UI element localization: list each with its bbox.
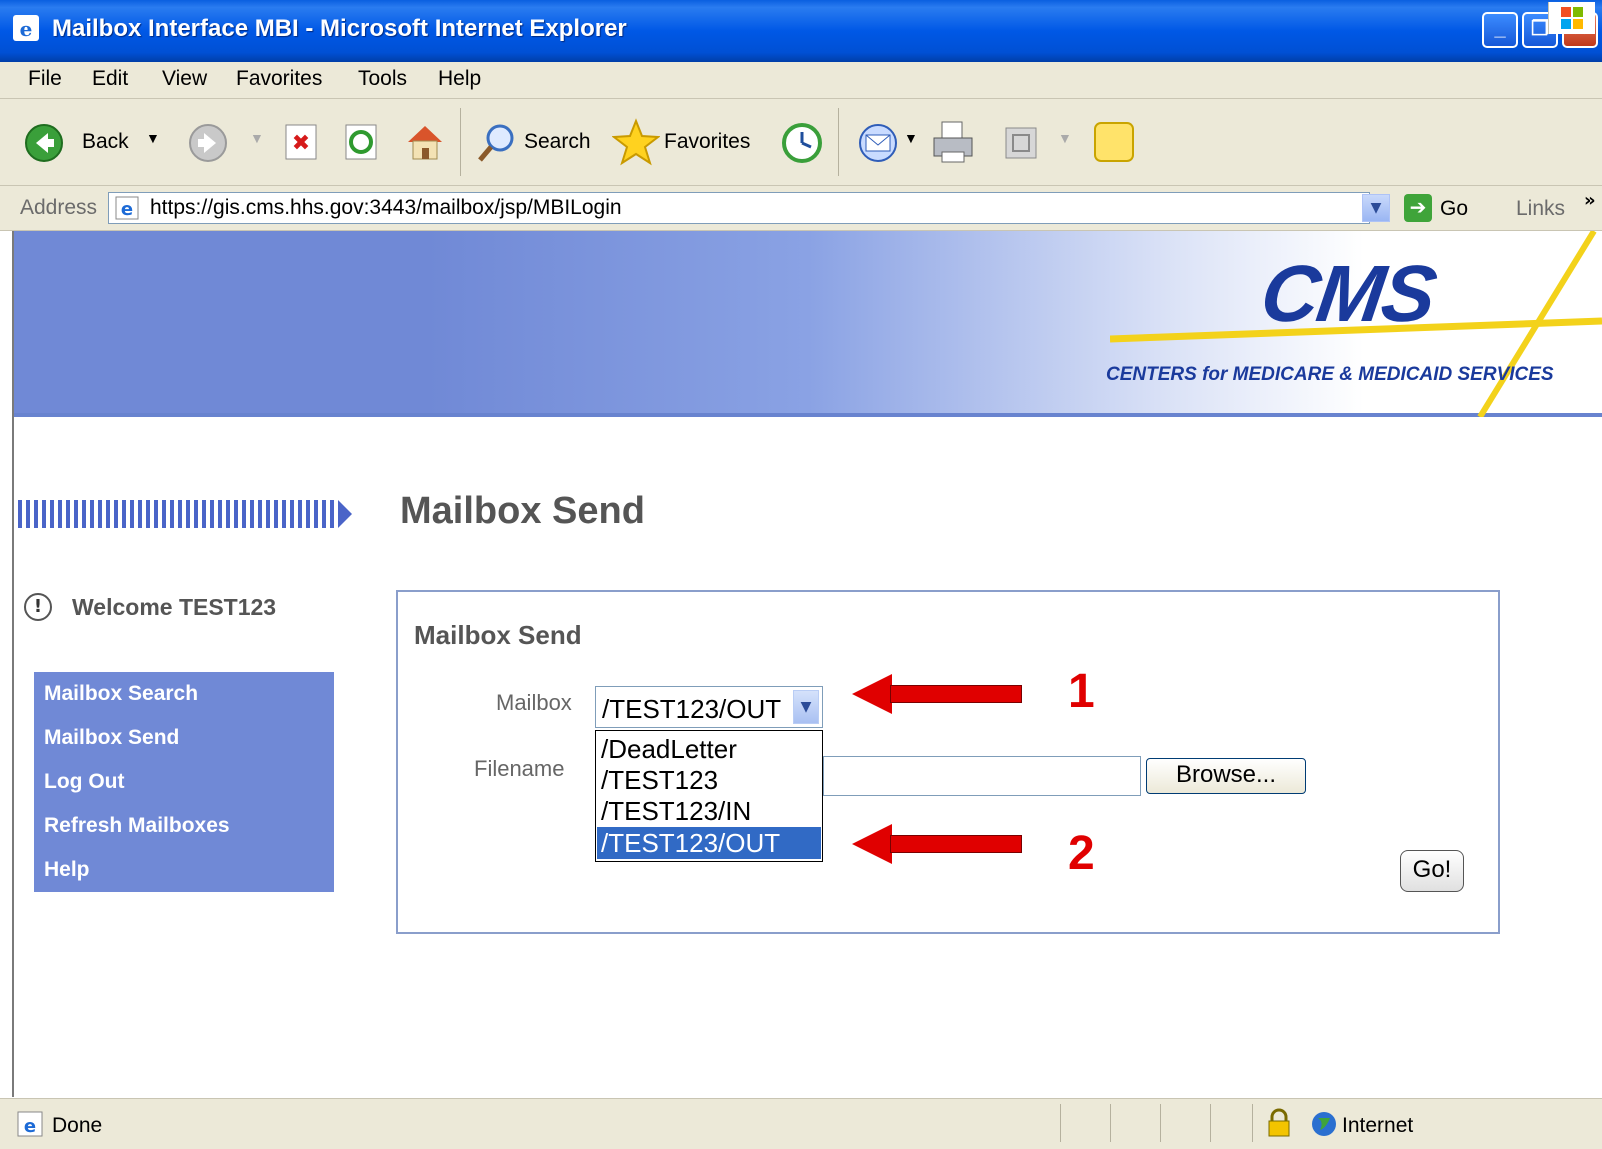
go-button[interactable]: Go! (1400, 850, 1464, 892)
arrow-1-shaft (890, 685, 1022, 703)
edit-icon[interactable] (1004, 126, 1038, 160)
history-icon[interactable] (780, 121, 824, 165)
window-title: Mailbox Interface MBI - Microsoft Intern… (52, 15, 627, 42)
forward-icon[interactable] (188, 123, 228, 163)
back-dropdown-icon[interactable]: ▼ (146, 130, 160, 146)
info-icon: ! (24, 593, 52, 621)
panel-heading: Mailbox Send (414, 620, 582, 650)
status-divider (1110, 1104, 1111, 1142)
toolbar-separator (460, 108, 461, 176)
messenger-icon[interactable] (1092, 120, 1136, 164)
minimize-button[interactable]: _ (1482, 12, 1518, 48)
welcome-message: Welcome TEST123 (72, 594, 277, 620)
globe-icon (1310, 1110, 1338, 1138)
edit-dropdown-icon[interactable]: ▼ (1058, 130, 1072, 146)
arrow-2-head (852, 824, 892, 864)
arrow-1-head (852, 674, 892, 714)
back-icon[interactable] (24, 123, 64, 163)
mailbox-option-test123-out[interactable]: /TEST123/OUT (597, 827, 821, 859)
svg-text:e: e (20, 17, 33, 41)
filename-label: Filename (474, 756, 565, 781)
home-icon[interactable] (404, 120, 446, 164)
address-dropdown-icon[interactable]: ▼ (1362, 194, 1390, 222)
status-divider (1060, 1104, 1061, 1142)
mailbox-option-deadletter[interactable]: /DeadLetter (597, 733, 821, 765)
favorites-icon[interactable] (611, 118, 661, 166)
cms-logo: CMS (1255, 249, 1441, 338)
links-chevron-icon[interactable]: » (1584, 190, 1596, 211)
stop-icon[interactable]: ✖ (284, 123, 320, 163)
nav-refresh-mailboxes[interactable]: Refresh Mailboxes (44, 814, 230, 838)
mail-icon[interactable] (856, 121, 904, 165)
callout-2: 2 (1068, 827, 1095, 880)
forward-dropdown-icon[interactable]: ▼ (250, 130, 264, 146)
svg-text:e: e (121, 199, 133, 220)
nav-mailbox-search[interactable]: Mailbox Search (44, 682, 198, 706)
status-text: Done (52, 1114, 103, 1137)
nav-log-out[interactable]: Log Out (44, 770, 124, 794)
address-url[interactable]: https://gis.cms.hhs.gov:3443/mailbox/jsp… (150, 196, 622, 220)
refresh-icon[interactable] (344, 123, 380, 163)
status-divider (1160, 1104, 1161, 1142)
menu-tools[interactable]: Tools (358, 67, 407, 91)
arrow-2-shaft (890, 835, 1022, 853)
menu-edit[interactable]: Edit (92, 67, 128, 91)
svg-text:e: e (24, 1116, 36, 1137)
mail-dropdown-icon[interactable]: ▼ (904, 130, 918, 146)
svg-text:✖: ✖ (292, 131, 310, 156)
back-label[interactable]: Back (82, 130, 129, 154)
stripe-arrow-icon (338, 500, 352, 528)
menu-favorites[interactable]: Favorites (236, 67, 322, 91)
go-label[interactable]: Go (1440, 197, 1468, 221)
links-label[interactable]: Links (1516, 197, 1565, 221)
mailbox-option-test123-in[interactable]: /TEST123/IN (597, 795, 821, 827)
callout-1: 1 (1068, 665, 1095, 718)
status-divider (1252, 1104, 1253, 1142)
print-icon[interactable] (930, 118, 976, 166)
mailbox-label: Mailbox (496, 690, 572, 715)
browse-button[interactable]: Browse... (1146, 758, 1306, 794)
search-label[interactable]: Search (524, 130, 591, 154)
mailbox-dropdown-icon[interactable]: ▼ (793, 690, 819, 724)
mailbox-option-test123[interactable]: /TEST123 (597, 764, 821, 796)
go-arrow-icon[interactable]: ➔ (1404, 194, 1432, 222)
status-zone: Internet (1342, 1114, 1414, 1137)
page-title: Mailbox Send (400, 490, 645, 532)
menu-help[interactable]: Help (438, 67, 481, 91)
windows-logo-icon (1548, 2, 1595, 34)
nav-help[interactable]: Help (44, 858, 90, 882)
decorative-stripe (18, 500, 338, 528)
cms-logo-subtitle: CENTERS for MEDICARE & MEDICAID SERVICES (1106, 364, 1554, 385)
menu-view[interactable]: View (162, 67, 207, 91)
status-page-icon: e (16, 1110, 44, 1138)
page-icon: e (114, 195, 140, 221)
mailbox-selected-value[interactable]: /TEST123/OUT (602, 694, 781, 725)
favorites-label[interactable]: Favorites (664, 130, 750, 154)
ie-icon: e (12, 14, 40, 42)
lock-icon (1266, 1108, 1292, 1138)
filename-input[interactable] (823, 756, 1141, 796)
search-icon[interactable] (476, 122, 516, 164)
toolbar-separator (838, 108, 839, 176)
menu-file[interactable]: File (28, 67, 62, 91)
address-label: Address (20, 196, 98, 219)
nav-mailbox-send[interactable]: Mailbox Send (44, 726, 179, 750)
status-divider (1210, 1104, 1211, 1142)
